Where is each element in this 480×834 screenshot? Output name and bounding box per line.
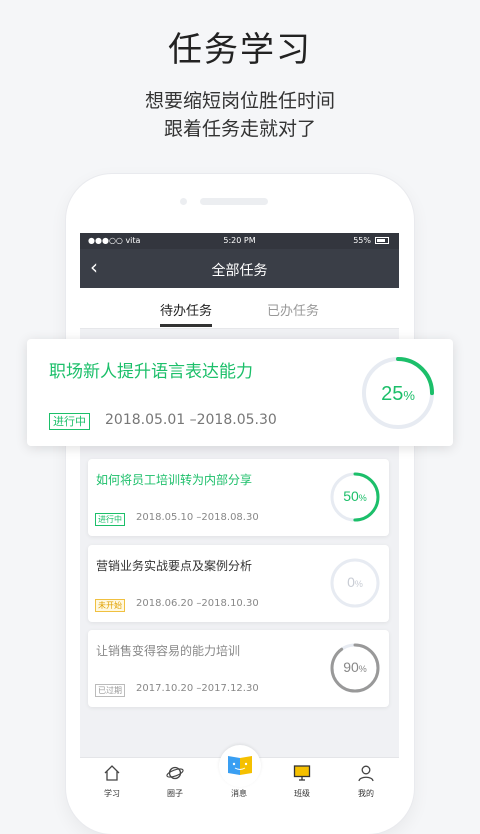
progress-value: 25 <box>381 383 403 405</box>
nav-label: 消息 <box>231 789 247 798</box>
book-icon <box>228 756 252 775</box>
svg-text:25%: 25% <box>381 383 415 405</box>
nav-label: 学习 <box>104 789 120 798</box>
task-dates: 2018.05.01 –2018.05.30 <box>105 412 277 428</box>
camera-dot <box>180 198 187 205</box>
progress-ring: 90% <box>330 643 380 693</box>
person-icon <box>358 765 374 782</box>
featured-task-card[interactable]: 职场新人提升语言表达能力 进行中 2018.05.01 –2018.05.30 … <box>27 339 453 446</box>
hero-title: 任务学习 <box>168 30 312 70</box>
phone-screen: ●●●○○ vita 5:20 PM 55% ‹ 全部任务 待办任务 已办任务 … <box>80 233 399 800</box>
task-dates: 2018.05.10 –2018.08.30 <box>136 512 259 523</box>
page-title: 全部任务 <box>211 263 268 279</box>
progress-value: 90 <box>343 659 359 675</box>
tab-completed[interactable]: 已办任务 <box>267 300 319 319</box>
percent-sign: % <box>403 388 415 403</box>
status-badge: 已过期 <box>95 684 125 697</box>
percent-sign: % <box>359 493 367 503</box>
status-time: 5:20 PM <box>223 236 256 245</box>
monitor-icon <box>293 765 311 781</box>
progress-value: 50 <box>343 488 359 504</box>
status-bar: ●●●○○ vita 5:20 PM 55% <box>80 233 399 249</box>
task-tabs: 待办任务 已办任务 <box>80 288 399 329</box>
task-card[interactable]: 营销业务实战要点及案例分析 未开始 2018.06.20 –2018.10.30… <box>88 545 389 622</box>
nav-label: 我的 <box>358 789 374 798</box>
hero-subtitle-line1: 想要缩短岗位胜任时间 <box>144 90 335 112</box>
nav-label: 班级 <box>294 789 310 798</box>
nav-label: 圈子 <box>167 789 183 798</box>
task-title: 职场新人提升语言表达能力 <box>49 362 253 382</box>
status-badge: 未开始 <box>95 599 125 612</box>
progress-value: 0 <box>347 574 355 590</box>
battery-percent: 55% <box>353 236 371 245</box>
svg-text:0%: 0% <box>347 574 363 590</box>
task-card[interactable]: 让销售变得容易的能力培训 已过期 2017.10.20 –2017.12.30 … <box>88 630 389 707</box>
active-tab-indicator <box>160 324 212 327</box>
percent-sign: % <box>359 664 367 674</box>
progress-ring: 25% <box>362 357 434 429</box>
percent-sign: % <box>355 579 363 589</box>
status-badge: 进行中 <box>95 513 125 526</box>
tab-pending[interactable]: 待办任务 <box>160 300 212 319</box>
task-title: 营销业务实战要点及案例分析 <box>96 559 253 573</box>
progress-ring: 0% <box>330 558 380 608</box>
home-icon <box>104 765 120 781</box>
task-title: 让销售变得容易的能力培训 <box>96 644 241 658</box>
task-card[interactable]: 如何将员工培训转为内部分享 进行中 2018.05.10 –2018.08.30… <box>88 459 389 536</box>
nav-bar: ‹ 全部任务 <box>80 249 399 288</box>
task-dates: 2018.06.20 –2018.10.30 <box>136 598 259 609</box>
svg-text:90%: 90% <box>343 659 367 675</box>
progress-ring: 50% <box>330 472 380 522</box>
speaker-slot <box>200 198 268 205</box>
planet-icon <box>166 766 184 780</box>
center-nav-button[interactable] <box>219 745 261 787</box>
battery-icon <box>375 237 389 244</box>
task-title: 如何将员工培训转为内部分享 <box>96 473 253 487</box>
task-dates: 2017.10.20 –2017.12.30 <box>136 683 259 694</box>
svg-text:50%: 50% <box>343 488 367 504</box>
hero-subtitle-line2: 跟着任务走就对了 <box>163 118 316 140</box>
status-badge: 进行中 <box>49 413 90 430</box>
